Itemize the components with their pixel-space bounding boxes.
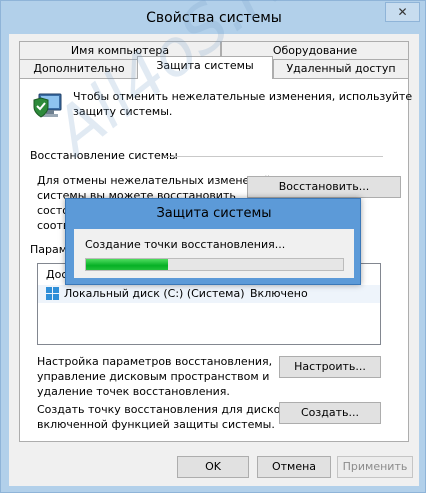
restore-desc-line-1: Для отмены нежелательных изменений <box>37 174 271 187</box>
create-button-label: Создать... <box>301 406 359 419</box>
restore-divider <box>165 156 383 157</box>
configure-button[interactable]: Настроить... <box>279 356 381 378</box>
restore-button-label: Восстановить... <box>278 180 370 193</box>
create-desc-line-1: Создать точку восстановления для дисков … <box>37 403 297 416</box>
create-button[interactable]: Создать... <box>279 402 381 424</box>
progress-message: Создание точки восстановления... <box>85 238 286 251</box>
computer-shield-icon <box>31 88 63 125</box>
configure-desc-line-1: Настройка параметров восстановления, <box>37 355 273 368</box>
window-title: Свойства системы <box>146 10 282 26</box>
tab-advanced[interactable]: Дополнительно <box>19 59 139 79</box>
ok-button[interactable]: OK <box>177 456 249 478</box>
configure-desc-line-3: удаление точек восстановления. <box>37 385 230 398</box>
apply-button[interactable]: Применить <box>337 456 413 478</box>
progress-bar <box>85 258 344 271</box>
tab-system-protection[interactable]: Защита системы <box>137 56 273 79</box>
intro-text: Чтобы отменить нежелательные изменения, … <box>73 90 412 118</box>
intro-line-1: Чтобы отменить нежелательные изменения, … <box>73 90 413 103</box>
configure-button-label: Настроить... <box>294 360 366 373</box>
windows-disk-icon <box>46 287 60 304</box>
configure-desc-line-2: управление дисковым пространством и <box>37 370 270 383</box>
progress-dialog-body: Создание точки восстановления... <box>74 229 354 278</box>
system-properties-window: Свойства системы ✕ Имя компьютера Оборуд… <box>0 0 426 493</box>
restore-heading: Восстановление системы <box>30 149 178 162</box>
intro-line-2: защиту системы. <box>73 105 173 118</box>
create-description: Создать точку восстановления для дисков … <box>37 402 296 432</box>
system-protection-progress-dialog: Защита системы Создание точки восстановл… <box>65 198 361 285</box>
create-desc-line-2: включенной функцией защиты системы. <box>37 418 275 431</box>
close-button[interactable]: ✕ <box>385 2 420 22</box>
progress-bar-fill <box>86 259 169 270</box>
list-item[interactable]: Локальный диск (C:) (Система) Включено <box>38 285 380 303</box>
cancel-button[interactable]: Отмена <box>257 456 331 478</box>
restore-button[interactable]: Восстановить... <box>247 176 401 198</box>
disk-status: Включено <box>250 287 308 300</box>
configure-description: Настройка параметров восстановления, упр… <box>37 354 272 399</box>
tab-remote[interactable]: Удаленный доступ <box>273 59 409 79</box>
disk-name: Локальный диск (C:) (Система) <box>64 287 245 300</box>
progress-dialog-title: Защита системы <box>156 206 272 221</box>
